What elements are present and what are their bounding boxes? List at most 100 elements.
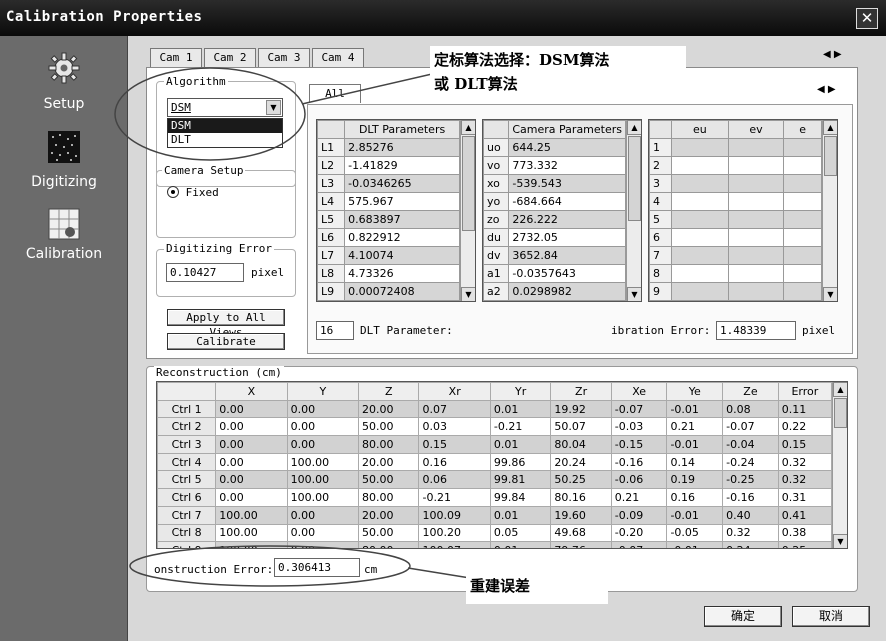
camera-params-scrollbar[interactable]: ▲ ▼ (626, 120, 641, 301)
reconstruction-cell[interactable]: 19.60 (550, 505, 612, 525)
reconstruction-cell[interactable]: -0.07 (610, 541, 668, 548)
camera-param-row[interactable]: a2 0.0298982 (483, 282, 626, 301)
reconstruction-cell[interactable]: -0.07 (722, 417, 779, 437)
reconstruction-cell[interactable]: -0.01 (666, 435, 724, 454)
dlt-row[interactable]: L2 -1.41829 (317, 156, 460, 175)
camera-param-row-value[interactable]: -0.0357643 (508, 264, 626, 283)
tab-scroll-arrows[interactable]: ◀ ▶ (823, 49, 842, 60)
reconstruction-cell[interactable]: 0.32 (722, 523, 779, 543)
camera-param-row-value[interactable]: 226.222 (508, 210, 626, 229)
reconstruction-cell[interactable]: -0.04 (722, 435, 779, 454)
error-cell[interactable] (727, 246, 785, 265)
error-cell[interactable] (671, 300, 729, 301)
reconstruction-row[interactable]: Ctrl 5 0.00 100.00 50.00 0.06 99.81 50.25 -0.06… (157, 470, 833, 490)
reconstruction-cell[interactable]: 0.00 (286, 541, 360, 548)
reconstruction-cell[interactable]: 20.00 (358, 452, 420, 472)
reconstruction-cell[interactable]: -0.09 (610, 505, 668, 525)
digitizing-error-input[interactable]: 0.10427 (166, 263, 244, 282)
camera-param-row-value[interactable]: 644.25 (508, 138, 626, 157)
reconstruction-error-input[interactable]: 0.306413 (274, 558, 360, 577)
reconstruction-cell[interactable]: 0.00 (215, 488, 288, 507)
camera-param-row[interactable]: zo 226.222 (483, 210, 626, 229)
error-cell[interactable] (671, 174, 729, 193)
reconstruction-cell[interactable]: 0.31 (777, 488, 833, 507)
tab-cam-3[interactable]: Cam 3 (258, 48, 310, 67)
reconstruction-cell[interactable]: 80.16 (550, 488, 612, 507)
reconstruction-cell[interactable]: 0.38 (777, 523, 833, 543)
dlt-row[interactable]: L8 4.73326 (317, 264, 460, 283)
reconstruction-row[interactable]: Ctrl 8 100.00 0.00 50.00 100.20 0.05 49.68 -0.2… (157, 523, 833, 543)
error-row[interactable]: 6 (649, 228, 822, 247)
error-row[interactable]: 7 (649, 246, 822, 265)
reconstruction-row[interactable]: Ctrl 9100.000.0080.00100.070.0179.76-0.0… (157, 541, 833, 548)
reconstruction-cell[interactable]: -0.06 (610, 470, 668, 490)
reconstruction-cell[interactable]: -0.16 (722, 488, 779, 507)
scroll-down-icon[interactable]: ▼ (833, 534, 847, 548)
calibrate-button[interactable]: Calibrate (167, 333, 285, 350)
camera-param-row-value[interactable]: -684.664 (508, 192, 626, 211)
reconstruction-cell[interactable]: 0.15 (777, 435, 833, 454)
reconstruction-cell[interactable]: 0.40 (722, 505, 779, 525)
sidebar-item-calibration[interactable]: Calibration (0, 206, 128, 276)
camera-param-row[interactable]: a1 -0.0357643 (483, 264, 626, 283)
reconstruction-cell[interactable]: -0.20 (610, 523, 668, 543)
reconstruction-cell[interactable]: 0.00 (286, 399, 360, 419)
reconstruction-cell[interactable]: 100.00 (215, 541, 288, 548)
error-cell[interactable] (671, 282, 729, 301)
reconstruction-cell[interactable]: 20.00 (358, 505, 420, 525)
dlt-row[interactable]: L4 575.967 (317, 192, 460, 211)
scroll-thumb[interactable] (834, 398, 847, 428)
scroll-thumb[interactable] (824, 136, 837, 176)
sidebar-item-setup[interactable]: Setup (0, 48, 128, 118)
error-cell[interactable] (727, 300, 785, 301)
error-row[interactable]: 2 (649, 156, 822, 175)
reconstruction-scrollbar[interactable]: ▲ ▼ (832, 382, 847, 548)
reconstruction-cell[interactable]: 80.04 (550, 435, 612, 454)
reconstruction-cell[interactable]: -0.01 (666, 541, 724, 548)
scroll-down-icon[interactable]: ▼ (627, 287, 641, 301)
reconstruction-cell[interactable]: 100.09 (418, 505, 491, 525)
apply-to-all-views-button[interactable]: Apply to All Views (167, 309, 285, 339)
reconstruction-cell[interactable]: 100.00 (286, 488, 360, 507)
dlt-row-value[interactable]: 575.967 (344, 192, 460, 211)
reconstruction-cell[interactable]: 99.81 (489, 470, 552, 490)
error-cell[interactable] (671, 192, 729, 211)
scroll-thumb[interactable] (462, 136, 475, 231)
dlt-row-value[interactable]: 0.683897 (344, 210, 460, 229)
reconstruction-cell[interactable]: 100.00 (286, 452, 360, 472)
tab-all[interactable]: All (309, 84, 361, 103)
error-row[interactable]: 8 (649, 264, 822, 283)
dlt-scrollbar[interactable]: ▲ ▼ (460, 120, 475, 301)
reconstruction-cell[interactable]: 0.01 (489, 435, 552, 454)
reconstruction-cell[interactable]: 0.00 (215, 417, 288, 437)
camera-param-row[interactable]: dv 3652.84 (483, 246, 626, 265)
dlt-row-value[interactable]: 0.822912 (344, 228, 460, 247)
reconstruction-cell[interactable]: 0.08 (722, 399, 779, 419)
camera-param-row-value[interactable]: 0.0298982 (508, 282, 626, 301)
tab-cam-4[interactable]: Cam 4 (312, 48, 364, 67)
scroll-down-icon[interactable]: ▼ (823, 287, 837, 301)
error-cell[interactable] (671, 228, 729, 247)
reconstruction-cell[interactable]: 0.01 (489, 541, 552, 548)
error-cell[interactable] (671, 264, 729, 283)
camera-param-row-value[interactable]: -539.543 (508, 174, 626, 193)
reconstruction-cell[interactable]: 49.68 (550, 523, 612, 543)
close-button[interactable]: ✕ (856, 8, 878, 29)
dlt-row[interactable]: L100.000872493 (317, 300, 460, 301)
reconstruction-cell[interactable]: 0.15 (418, 435, 491, 454)
algorithm-option-dlt[interactable]: DLT (168, 133, 282, 147)
scroll-thumb[interactable] (628, 136, 641, 221)
dlt-row[interactable]: L1 2.85276 (317, 138, 460, 157)
error-row[interactable]: 4 (649, 192, 822, 211)
reconstruction-cell[interactable]: 0.24 (722, 541, 779, 548)
dlt-count-input[interactable]: 16 (316, 321, 354, 340)
reconstruction-cell[interactable]: 0.11 (777, 399, 833, 419)
reconstruction-cell[interactable]: -0.07 (610, 399, 668, 419)
reconstruction-cell[interactable]: 100.00 (286, 470, 360, 490)
reconstruction-cell[interactable]: 0.01 (489, 399, 552, 419)
reconstruction-cell[interactable]: 100.00 (215, 505, 288, 525)
view-tab-scroll-arrows[interactable]: ◀ ▶ (817, 84, 836, 95)
error-cell[interactable] (783, 264, 822, 283)
dlt-row[interactable]: L3 -0.0346265 (317, 174, 460, 193)
dlt-row-value[interactable]: 0.000872493 (344, 300, 460, 301)
